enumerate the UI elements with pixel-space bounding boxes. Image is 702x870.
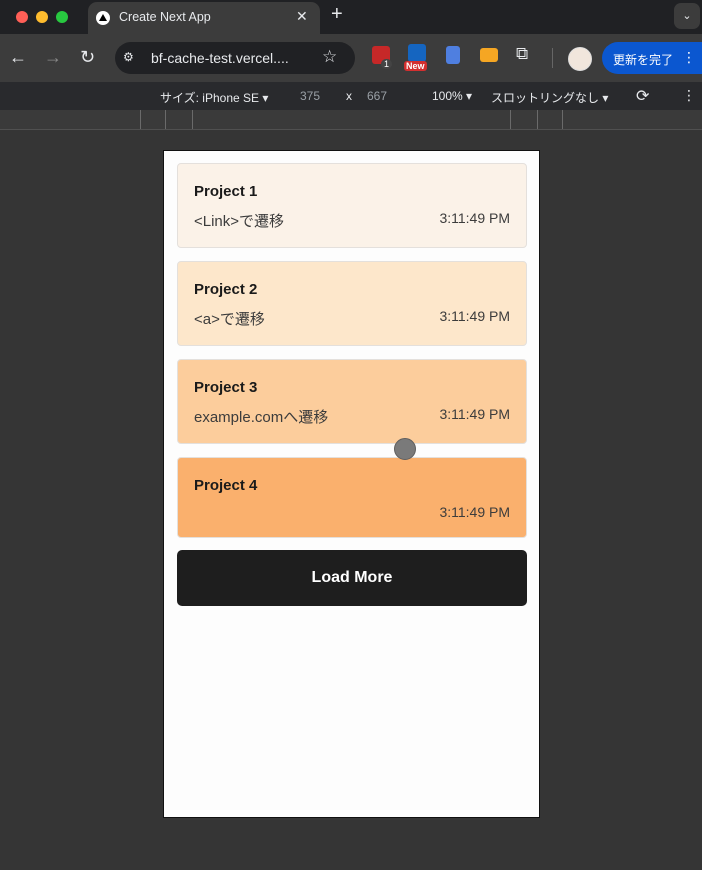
project-description: <a>で遷移 [194,311,265,328]
zoom-select[interactable]: 100% ▾ [432,89,472,103]
extension-badge: 1 [381,59,393,69]
update-button-label: 更新を完了 [613,53,674,67]
media-query-marker[interactable] [537,110,538,129]
project-card-3[interactable]: Project 3 example.comへ遷移 3:11:49 PM [177,359,527,444]
forward-button[interactable]: → [44,47,62,68]
project-description: example.comへ遷移 [194,409,329,426]
maximize-window-button[interactable] [56,11,68,23]
extension-icon[interactable] [446,46,460,64]
project-title: Project 1 [194,183,258,200]
project-description: <Link>で遷移 [194,213,285,230]
viewport-height-input[interactable]: 667 [367,89,387,103]
profile-avatar[interactable] [568,47,592,71]
minimize-window-button[interactable] [36,11,48,23]
project-title: Project 4 [194,477,258,494]
browser-window: Create Next App ✕ + ⌄ ← → ↻ ⚙ bf-cache-t… [0,0,702,870]
extensions-puzzle-icon[interactable]: ⧉ [516,44,534,63]
rotate-icon[interactable]: ⟳ [636,86,649,106]
project-card-1[interactable]: Project 1 <Link>で遷移 3:11:49 PM [177,163,527,248]
project-time: 3:11:49 PM [439,406,510,422]
tab-strip: Create Next App ✕ + ⌄ [0,0,702,34]
url-text[interactable]: bf-cache-test.vercel.... [151,50,289,66]
toolbar-divider [552,48,553,68]
back-button[interactable]: ← [9,47,27,68]
tab-search-button[interactable]: ⌄ [674,3,700,29]
tab-title: Create Next App [119,10,211,24]
device-toolbar: サイズ: iPhone SE ▾ 375 x 667 100% ▾ スロットリン… [0,82,702,110]
project-time: 3:11:49 PM [439,210,510,226]
project-title: Project 3 [194,379,258,396]
update-button[interactable]: 更新を完了 ⋮ [602,42,702,74]
media-query-bar[interactable] [0,110,702,130]
dimension-separator: x [346,89,352,103]
load-more-button[interactable]: Load More [177,550,527,606]
close-window-button[interactable] [16,11,28,23]
bookmark-star-icon[interactable]: ☆ [322,47,337,67]
browser-toolbar: ← → ↻ ⚙ bf-cache-test.vercel.... ☆ 1 New… [0,34,702,82]
menu-icon[interactable]: ⋮ [682,49,696,66]
address-bar[interactable]: ⚙ bf-cache-test.vercel.... ☆ [115,42,355,74]
project-card-4[interactable]: Project 4 3:11:49 PM [177,457,527,538]
new-tab-button[interactable]: + [331,3,343,26]
project-title: Project 2 [194,281,258,298]
extension-icon[interactable] [480,48,498,62]
browser-tab[interactable]: Create Next App ✕ [88,2,320,34]
project-time: 3:11:49 PM [439,308,510,324]
tab-close-icon[interactable]: ✕ [296,8,308,25]
nextjs-favicon-icon [96,11,110,25]
throttling-select[interactable]: スロットリングなし ▾ [491,89,608,106]
media-query-marker[interactable] [165,110,166,129]
device-viewport: Project 1 <Link>で遷移 3:11:49 PM Project 2… [163,150,540,818]
project-time: 3:11:49 PM [439,504,510,520]
touch-cursor-indicator [394,438,416,460]
more-options-icon[interactable]: ⋮ [682,87,696,104]
media-query-marker[interactable] [140,110,141,129]
media-query-marker[interactable] [192,110,193,129]
extension-new-badge: New [404,61,427,71]
reload-button[interactable]: ↻ [80,47,95,68]
media-query-marker[interactable] [510,110,511,129]
media-query-marker[interactable] [562,110,563,129]
viewport-width-input[interactable]: 375 [300,89,320,103]
site-info-icon[interactable]: ⚙ [123,50,139,66]
extension-icon[interactable] [408,44,426,62]
project-card-2[interactable]: Project 2 <a>で遷移 3:11:49 PM [177,261,527,346]
device-size-select[interactable]: サイズ: iPhone SE ▾ [160,89,268,106]
